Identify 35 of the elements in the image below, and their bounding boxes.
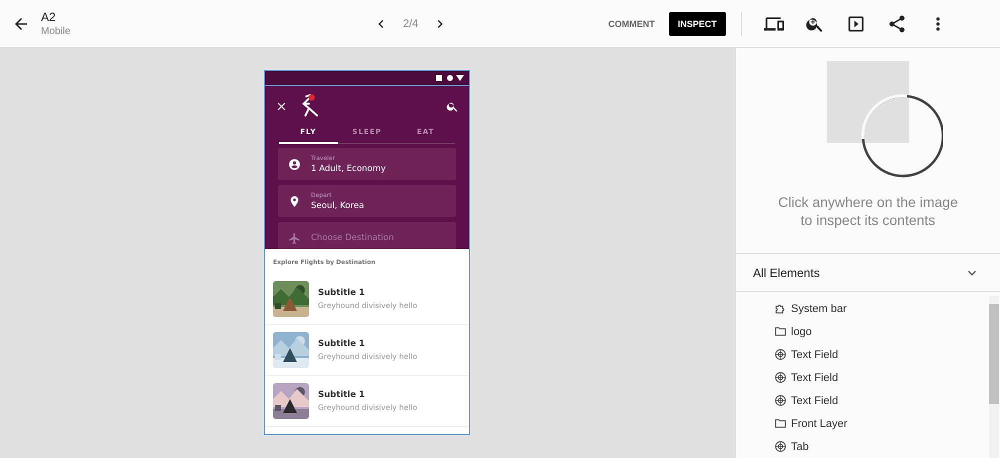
element-item[interactable]: Front Layer [774, 412, 989, 435]
folder-icon [774, 325, 787, 338]
element-item[interactable]: Text Field [774, 366, 989, 389]
airplane-icon [288, 232, 301, 244]
element-item[interactable]: System bar [774, 297, 989, 320]
field-value: 1 Adult, Economy [311, 164, 386, 174]
element-item[interactable]: Tab [774, 435, 989, 458]
scrollbar[interactable] [989, 296, 999, 458]
inspect-hint: Click anywhere on the image to inspect its contents [777, 193, 959, 229]
share-icon[interactable] [886, 14, 907, 34]
screen-subtitle: Mobile [41, 26, 72, 37]
comment-button[interactable]: COMMENT [600, 12, 663, 34]
field-placeholder: Choose Destination [311, 233, 394, 243]
element-item[interactable]: Text Field [774, 389, 989, 412]
element-item[interactable]: Text Field [774, 343, 989, 366]
symbol-icon [774, 348, 787, 361]
screen-title: A2 [41, 10, 57, 24]
item-title: Subtitle 1 [318, 339, 366, 349]
symbol-icon [774, 371, 787, 384]
item-title: Subtitle 1 [318, 390, 366, 400]
field-value: Seoul, Korea [311, 200, 364, 210]
folder-icon [774, 417, 787, 430]
status-icons [436, 74, 466, 82]
page-counter: 2/4 [403, 18, 418, 30]
search-icon[interactable] [446, 100, 459, 112]
element-item[interactable]: logo [774, 320, 989, 343]
person-icon [288, 158, 301, 170]
symbol-icon [774, 440, 787, 453]
inspect-button[interactable]: INSPECT [668, 12, 726, 36]
location-pin-icon [288, 194, 301, 208]
puzzle-icon [774, 302, 787, 315]
symbol-icon [774, 394, 787, 407]
item-title: Subtitle 1 [318, 288, 366, 298]
elements-dropdown[interactable]: All Elements [736, 253, 1000, 292]
play-icon[interactable] [846, 14, 866, 34]
